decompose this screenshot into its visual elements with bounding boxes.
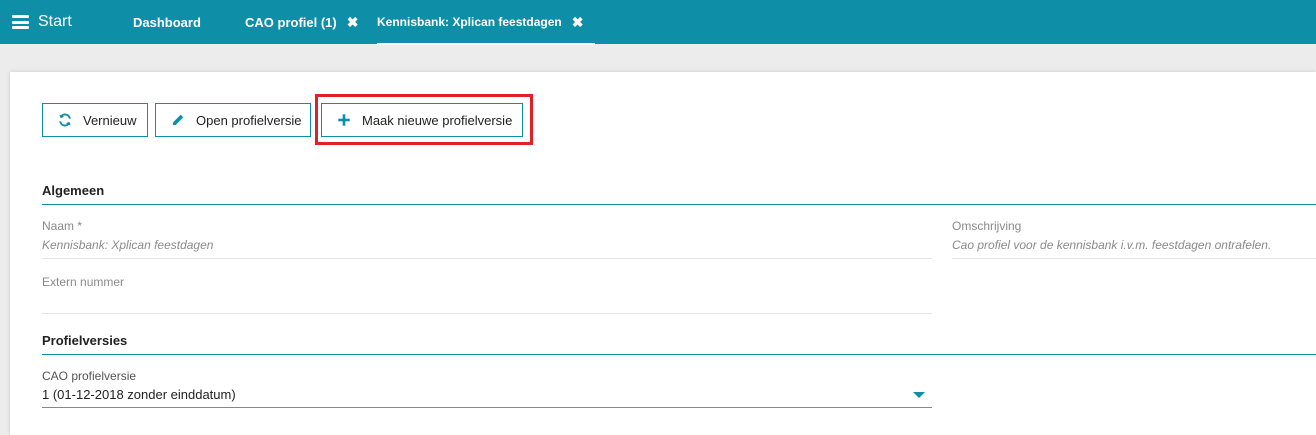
open-profielversie-button[interactable]: Open profielversie: [155, 103, 311, 137]
open-profielversie-label: Open profielversie: [196, 112, 302, 128]
refresh-button[interactable]: Vernieuw: [42, 103, 148, 137]
naam-label: Naam *: [42, 219, 83, 233]
main-panel: Vernieuw Open profielversie Maak nieuwe …: [10, 72, 1316, 435]
section-divider: [42, 354, 1316, 355]
tab-cao-profiel[interactable]: CAO profiel (1) ✖: [245, 0, 358, 44]
tab-kennisbank[interactable]: Kennisbank: Xplican feestdagen ✖: [377, 1, 596, 45]
tab-label: CAO profiel (1): [245, 14, 337, 30]
naam-field-underline: [42, 258, 932, 259]
extern-nummer-label: Extern nummer: [42, 275, 125, 289]
top-navigation-bar: Start Dashboard CAO profiel (1) ✖ Kennis…: [0, 0, 1316, 45]
plus-icon: [336, 112, 352, 128]
naam-field[interactable]: Kennisbank: Xplican feestdagen: [42, 238, 213, 252]
close-icon[interactable]: ✖: [572, 15, 584, 29]
tab-label: Kennisbank: Xplican feestdagen: [377, 15, 562, 29]
extern-nummer-underline: [42, 313, 932, 314]
refresh-icon: [57, 112, 73, 128]
new-profielversie-button[interactable]: Maak nieuwe profielversie: [321, 103, 523, 137]
chevron-down-icon[interactable]: [913, 392, 925, 398]
cao-profielversie-select[interactable]: 1 (01-12-2018 zonder einddatum): [42, 387, 236, 402]
section-divider: [42, 204, 1316, 205]
section-title-algemeen: Algemeen: [42, 183, 105, 198]
omschrijving-label: Omschrijving: [952, 219, 1022, 233]
cao-profielversie-underline: [42, 407, 932, 408]
start-menu-button[interactable]: Start: [12, 10, 72, 34]
pencil-icon: [170, 112, 186, 128]
cao-profielversie-label: CAO profielversie: [42, 369, 137, 383]
refresh-button-label: Vernieuw: [83, 112, 137, 128]
hamburger-icon: [12, 15, 29, 29]
omschrijving-field-underline: [952, 258, 1316, 259]
new-profielversie-label: Maak nieuwe profielversie: [362, 112, 513, 128]
tab-dashboard[interactable]: Dashboard: [133, 0, 201, 44]
section-title-profielversies: Profielversies: [42, 333, 128, 348]
close-icon[interactable]: ✖: [347, 15, 359, 29]
tab-label: Dashboard: [133, 14, 201, 30]
start-label: Start: [38, 13, 72, 30]
omschrijving-field[interactable]: Cao profiel voor de kennisbank i.v.m. fe…: [952, 238, 1271, 252]
